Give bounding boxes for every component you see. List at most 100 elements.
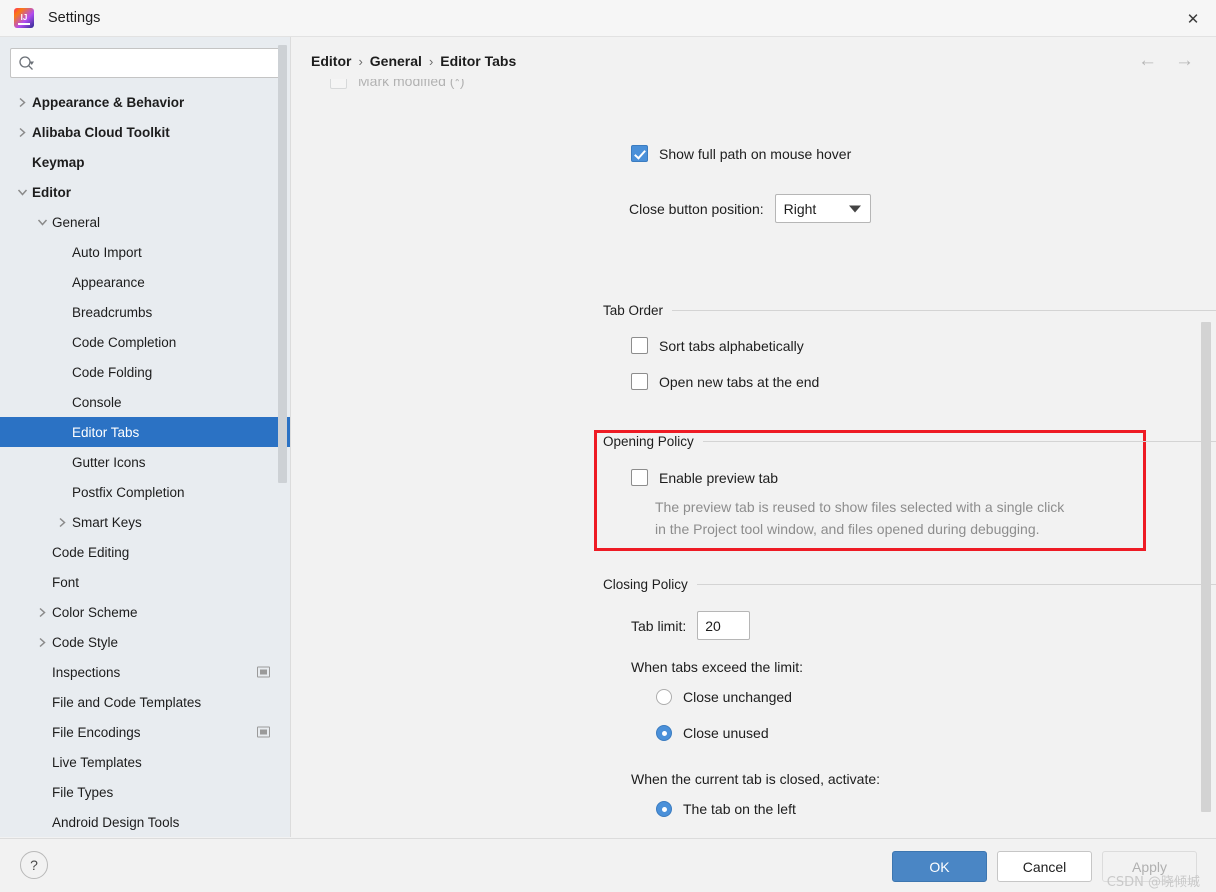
sidebar-item-appearance[interactable]: Appearance [0, 267, 290, 297]
sidebar-item-console[interactable]: Console [0, 387, 290, 417]
sidebar-item-label: Breadcrumbs [72, 304, 153, 320]
enable-preview-tab-checkbox[interactable] [631, 469, 648, 486]
breadcrumb-general[interactable]: General [370, 53, 422, 69]
project-scope-icon [257, 726, 270, 738]
opening-policy-group-header: Opening Policy [603, 434, 1216, 449]
chevron-right-icon[interactable] [34, 604, 50, 620]
close-unchanged-radio-row[interactable]: Close unchanged [656, 689, 792, 705]
sidebar-item-color-scheme[interactable]: Color Scheme [0, 597, 290, 627]
close-unchanged-radio[interactable] [656, 689, 672, 705]
sidebar-item-inspections[interactable]: Inspections [0, 657, 290, 687]
sidebar-item-file-types[interactable]: File Types [0, 777, 290, 807]
watermark: CSDN @晓倾城 [1106, 875, 1200, 890]
main-scrollbar[interactable] [1201, 322, 1211, 837]
sidebar-item-breadcrumbs[interactable]: Breadcrumbs [0, 297, 290, 327]
search-box[interactable] [10, 48, 280, 78]
ok-button[interactable]: OK [892, 851, 987, 882]
chevron-down-icon[interactable] [34, 214, 50, 230]
sidebar-item-android-design-tools[interactable]: Android Design Tools [0, 807, 290, 837]
sidebar-item-live-templates[interactable]: Live Templates [0, 747, 290, 777]
chevron-right-icon[interactable] [14, 124, 30, 140]
tab-limit-input[interactable] [697, 611, 751, 640]
sidebar-item-keymap[interactable]: Keymap [0, 147, 290, 177]
sidebar-item-label: Code Folding [72, 364, 153, 380]
tab-on-left-radio-row[interactable]: The tab on the left [656, 801, 796, 817]
sort-tabs-alphabetically-row[interactable]: Sort tabs alphabetically [631, 337, 804, 354]
sidebar-item-file-encodings[interactable]: File Encodings [0, 717, 290, 747]
close-unused-radio-row[interactable]: Close unused [656, 725, 769, 741]
sidebar-item-label: Postfix Completion [72, 484, 185, 500]
intellij-logo-icon: IJ [14, 8, 34, 28]
sidebar-item-label: File Types [52, 784, 114, 800]
sidebar-item-code-completion[interactable]: Code Completion [0, 327, 290, 357]
breadcrumb-separator-2: › [428, 53, 434, 69]
logo-underline [18, 23, 30, 25]
open-new-tabs-at-end-label: Open new tabs at the end [659, 373, 820, 390]
sidebar-item-editor[interactable]: Editor [0, 177, 290, 207]
help-icon[interactable]: ? [20, 851, 48, 879]
window-title: Settings [48, 10, 101, 26]
sidebar-item-editor-tabs[interactable]: Editor Tabs [0, 417, 290, 447]
sidebar-item-general[interactable]: General [0, 207, 290, 237]
sidebar-item-font[interactable]: Font [0, 567, 290, 597]
cancel-button[interactable]: Cancel [997, 851, 1092, 882]
sort-tabs-alphabetically-label: Sort tabs alphabetically [659, 337, 804, 354]
tab-on-left-label: The tab on the left [683, 801, 796, 817]
sidebar-item-code-editing[interactable]: Code Editing [0, 537, 290, 567]
sidebar-item-gutter-icons[interactable]: Gutter Icons [0, 447, 290, 477]
close-unused-radio[interactable] [656, 725, 672, 741]
sidebar-scrollbar[interactable] [278, 45, 287, 565]
close-button-position-select[interactable]: Right [774, 194, 871, 223]
tab-limit-row: Tab limit: [631, 611, 751, 640]
close-unused-label: Close unused [683, 725, 769, 741]
chevron-right-icon[interactable] [34, 634, 50, 650]
sidebar-item-label: File and Code Templates [52, 694, 202, 710]
show-full-path-row[interactable]: Show full path on mouse hover [631, 145, 851, 162]
mark-modified-checkbox[interactable] [330, 79, 347, 89]
sort-tabs-alphabetically-checkbox[interactable] [631, 337, 648, 354]
settings-tree: Appearance & Behavior Alibaba Cloud Toolk… [0, 87, 290, 837]
sidebar-item-label: Keymap [32, 154, 85, 170]
sidebar-item-label: Appearance & Behavior [32, 94, 185, 110]
show-full-path-checkbox[interactable] [631, 145, 648, 162]
sidebar-item-label: Appearance [72, 274, 145, 290]
sidebar-item-alibaba-cloud-toolkit[interactable]: Alibaba Cloud Toolkit [0, 117, 290, 147]
close-icon[interactable]: ✕ [1170, 0, 1216, 37]
open-new-tabs-at-end-row[interactable]: Open new tabs at the end [631, 373, 819, 390]
chevron-down-icon [848, 205, 861, 212]
sidebar-item-file-and-code-templates[interactable]: File and Code Templates [0, 687, 290, 717]
back-arrow-icon[interactable]: ← [1138, 51, 1157, 70]
breadcrumb-editor-tabs[interactable]: Editor Tabs [440, 53, 516, 69]
sidebar-item-code-folding[interactable]: Code Folding [0, 357, 290, 387]
group-divider [672, 310, 1216, 311]
open-new-tabs-at-end-checkbox[interactable] [631, 373, 648, 390]
enable-preview-tab-row[interactable]: Enable preview tab [631, 469, 778, 486]
main-scrollbar-thumb[interactable] [1201, 322, 1211, 812]
chevron-right-icon[interactable] [14, 94, 30, 110]
sidebar-scrollbar-thumb[interactable] [278, 45, 287, 483]
forward-arrow-icon[interactable]: → [1175, 51, 1194, 70]
sidebar-item-auto-import[interactable]: Auto Import [0, 237, 290, 267]
chevron-down-icon[interactable] [14, 184, 30, 200]
project-scope-icon [257, 666, 270, 678]
breadcrumb-editor[interactable]: Editor [311, 53, 351, 69]
preview-desc-line-2: in the Project tool window, and files op… [655, 521, 1040, 537]
search-input[interactable] [40, 54, 272, 72]
tab-order-title: Tab Order [603, 303, 664, 318]
closing-policy-title: Closing Policy [603, 577, 688, 592]
chevron-right-icon[interactable] [54, 514, 70, 530]
sidebar-item-code-style[interactable]: Code Style [0, 627, 290, 657]
tab-on-left-radio[interactable] [656, 801, 672, 817]
sidebar-item-label: Code Completion [72, 334, 177, 350]
sidebar-item-smart-keys[interactable]: Smart Keys [0, 507, 290, 537]
sidebar-item-appearance-behavior[interactable]: Appearance & Behavior [0, 87, 290, 117]
sidebar-item-postfix-completion[interactable]: Postfix Completion [0, 477, 290, 507]
